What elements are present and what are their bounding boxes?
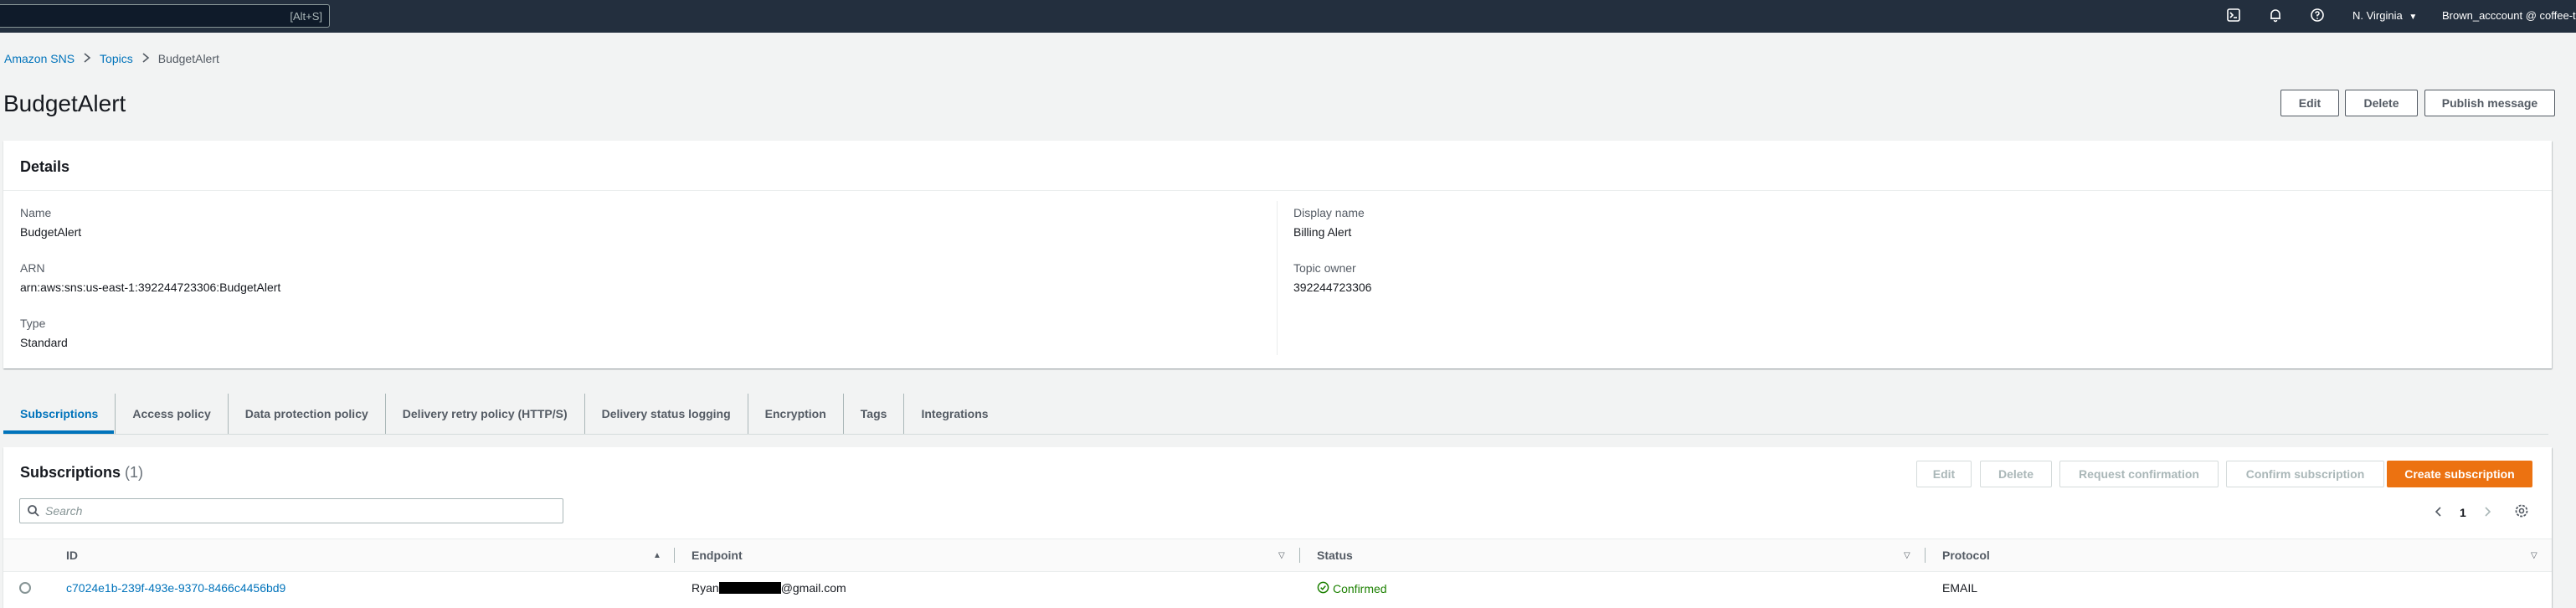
page-title: BudgetAlert <box>3 90 126 116</box>
name-value: BudgetAlert <box>20 225 82 239</box>
subscriptions-search[interactable] <box>19 498 563 523</box>
subscription-status: Confirmed <box>1317 581 1387 596</box>
name-label: Name <box>20 206 52 219</box>
subscriptions-title: Subscriptions <box>20 464 121 481</box>
sort-ascending-icon[interactable]: ▲ <box>653 551 661 560</box>
publish-message-button[interactable]: Publish message <box>2424 90 2555 116</box>
page-number[interactable]: 1 <box>2460 506 2466 519</box>
subscription-id-link[interactable]: c7024e1b-239f-493e-9370-8466c4456bd9 <box>66 581 285 595</box>
endpoint-suffix: @gmail.com <box>780 581 846 595</box>
caret-down-icon: ▼ <box>2409 13 2418 22</box>
column-header-id[interactable]: ID <box>66 549 78 562</box>
region-selector[interactable]: N. Virginia ▼ <box>2352 9 2417 22</box>
tab-tags[interactable]: Tags <box>844 394 905 434</box>
tab-integrations[interactable]: Integrations <box>904 394 1005 434</box>
tab-delivery-status-logging[interactable]: Delivery status logging <box>585 394 748 434</box>
subscriptions-heading: Subscriptions (1) <box>20 464 143 482</box>
search-shortcut-hint: [Alt+S] <box>290 10 322 23</box>
tab-data-protection-policy[interactable]: Data protection policy <box>229 394 386 434</box>
check-circle-icon <box>1317 581 1329 596</box>
top-navigation: [Alt+S] N. Virginia ▼ Brown_acccount @ c… <box>0 0 2576 33</box>
status-label: Confirmed <box>1333 582 1387 595</box>
sort-icon[interactable]: ▽ <box>2531 551 2537 560</box>
row-select-radio[interactable] <box>19 582 31 594</box>
details-header: Details <box>20 158 70 175</box>
column-divider <box>674 548 675 563</box>
topic-owner-value: 392244723306 <box>1293 281 1372 294</box>
gear-icon[interactable] <box>2514 503 2529 523</box>
account-menu[interactable]: Brown_acccount @ coffee-tal <box>2442 9 2576 22</box>
divider <box>3 190 2552 191</box>
type-value: Standard <box>20 336 68 349</box>
breadcrumb: Amazon SNS Topics BudgetAlert <box>4 52 219 65</box>
create-subscription-button[interactable]: Create subscription <box>2387 461 2532 487</box>
edit-subscription-button[interactable]: Edit <box>1916 461 1972 487</box>
global-search-input[interactable]: [Alt+S] <box>0 4 330 28</box>
delete-subscription-button[interactable]: Delete <box>1980 461 2052 487</box>
column-header-endpoint[interactable]: Endpoint <box>692 549 743 562</box>
column-header-status[interactable]: Status <box>1317 549 1353 562</box>
table-row[interactable] <box>3 572 2552 605</box>
subscription-endpoint: Ryan @gmail.com <box>692 581 846 595</box>
search-icon <box>27 504 40 522</box>
chevron-right-icon <box>141 52 150 65</box>
subscription-protocol: EMAIL <box>1942 581 1978 595</box>
sort-icon[interactable]: ▽ <box>1278 551 1285 560</box>
details-panel: Details Name BudgetAlert ARN arn:aws:sns… <box>3 141 2552 368</box>
request-confirmation-button[interactable]: Request confirmation <box>2059 461 2219 487</box>
edit-topic-button[interactable]: Edit <box>2280 90 2339 116</box>
table-header <box>3 538 2552 572</box>
endpoint-prefix: Ryan <box>692 581 719 595</box>
column-divider <box>1925 548 1926 563</box>
confirm-subscription-button[interactable]: Confirm subscription <box>2226 461 2384 487</box>
display-name-value: Billing Alert <box>1293 225 1352 239</box>
column-header-protocol[interactable]: Protocol <box>1942 549 1990 562</box>
breadcrumb-current: BudgetAlert <box>157 52 219 65</box>
redaction-bar <box>718 582 781 594</box>
help-icon[interactable] <box>2309 8 2326 24</box>
terminal-icon[interactable] <box>2225 8 2242 24</box>
bell-icon[interactable] <box>2267 8 2284 24</box>
type-label: Type <box>20 317 46 330</box>
arn-label: ARN <box>20 261 45 275</box>
arn-value: arn:aws:sns:us-east-1:392244723306:Budge… <box>20 281 281 294</box>
chevron-right-icon[interactable] <box>2482 506 2492 522</box>
subscriptions-count: (1) <box>125 464 144 481</box>
chevron-right-icon <box>83 52 91 65</box>
display-name-label: Display name <box>1293 206 1365 219</box>
topic-tabs: Subscriptions Access policy Data protect… <box>3 394 1005 434</box>
delete-topic-button[interactable]: Delete <box>2345 90 2418 116</box>
column-divider <box>1299 548 1300 563</box>
tab-access-policy[interactable]: Access policy <box>116 394 229 434</box>
chevron-left-icon[interactable] <box>2434 506 2444 522</box>
breadcrumb-amazon-sns[interactable]: Amazon SNS <box>4 52 75 65</box>
region-label: N. Virginia <box>2352 9 2403 22</box>
search-input[interactable] <box>45 504 548 518</box>
tabs-divider <box>3 434 2548 435</box>
tab-subscriptions[interactable]: Subscriptions <box>3 394 116 434</box>
tab-delivery-retry-policy[interactable]: Delivery retry policy (HTTP/S) <box>386 394 585 434</box>
sort-icon[interactable]: ▽ <box>1904 551 1910 560</box>
topic-owner-label: Topic owner <box>1293 261 1356 275</box>
breadcrumb-topics[interactable]: Topics <box>100 52 133 65</box>
tab-encryption[interactable]: Encryption <box>748 394 844 434</box>
column-divider <box>1277 201 1278 355</box>
